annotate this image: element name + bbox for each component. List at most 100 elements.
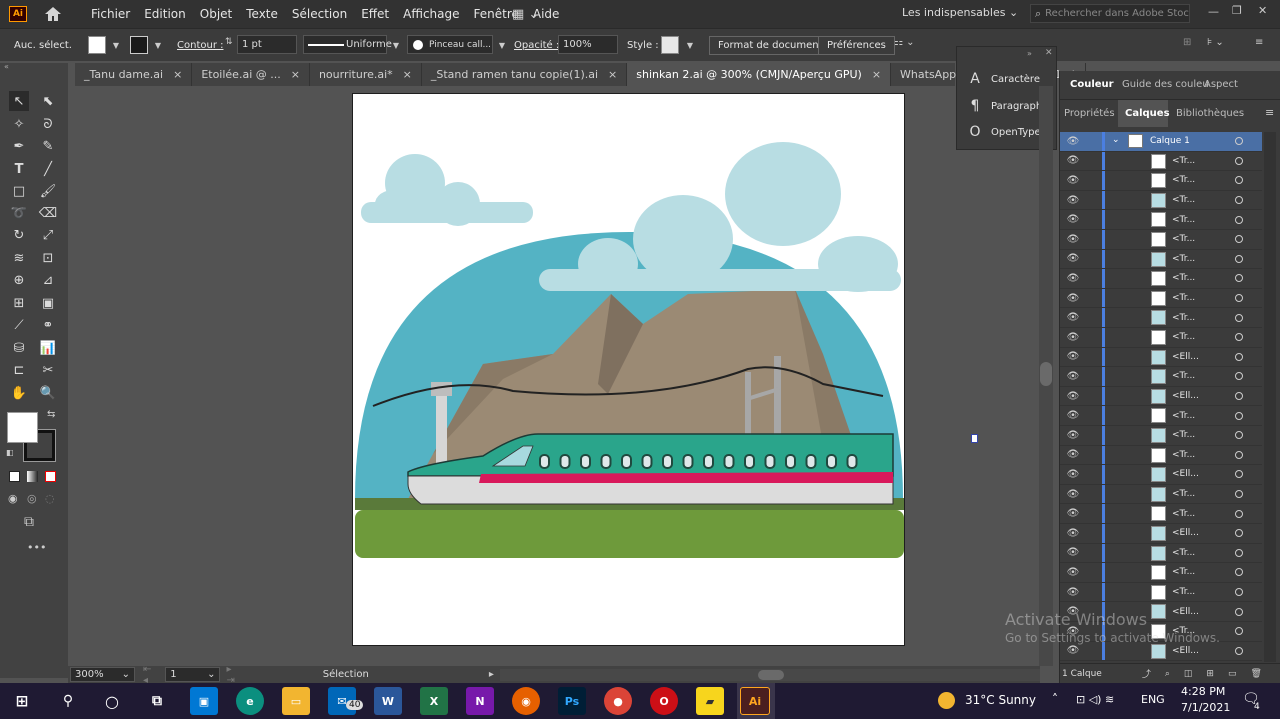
close-icon[interactable]: × bbox=[608, 68, 617, 81]
draw-behind-icon[interactable]: ◎ bbox=[27, 492, 37, 505]
visibility-eye-icon[interactable]: 👁 bbox=[1064, 155, 1082, 166]
home-icon[interactable] bbox=[43, 5, 63, 23]
target-circle-icon[interactable] bbox=[1235, 294, 1243, 303]
task-view-icon[interactable]: ⧉ bbox=[143, 687, 171, 715]
layer-row[interactable]: 👁 <Ell... bbox=[1060, 524, 1262, 544]
target-circle-icon[interactable] bbox=[1235, 470, 1243, 479]
visibility-eye-icon[interactable]: 👁 bbox=[1064, 508, 1082, 519]
layer-row[interactable]: 👁 <Tr... bbox=[1060, 171, 1262, 191]
opacity-field[interactable]: 100% bbox=[558, 35, 618, 54]
menu-affichage[interactable]: Affichage bbox=[403, 7, 459, 21]
layer-row[interactable]: 👁 <Ell... bbox=[1060, 465, 1262, 485]
stepper-icon[interactable]: ⇅ bbox=[225, 37, 233, 47]
transform-icon[interactable]: ⊞ bbox=[1183, 37, 1191, 48]
visibility-eye-icon[interactable]: 👁 bbox=[1064, 234, 1082, 245]
visibility-eye-icon[interactable]: 👁 bbox=[1064, 645, 1082, 656]
default-colors-icon[interactable]: ◧ bbox=[6, 448, 14, 457]
shape-builder-tool-icon[interactable]: ⊕ bbox=[9, 270, 29, 290]
target-circle-icon[interactable] bbox=[1235, 254, 1243, 263]
close-icon[interactable]: × bbox=[403, 68, 412, 81]
visibility-eye-icon[interactable]: 👁 bbox=[1064, 371, 1082, 382]
visibility-eye-icon[interactable]: 👁 bbox=[1064, 489, 1082, 500]
gradient-tool-icon[interactable]: ▣ bbox=[38, 293, 58, 313]
fill-swatch[interactable] bbox=[88, 36, 106, 54]
tab-stand-ramen[interactable]: _Stand ramen tanu copie(1).ai × bbox=[422, 63, 628, 86]
layer-row[interactable]: 👁 <Tr... bbox=[1060, 328, 1262, 348]
rectangle-tool-icon[interactable]: □ bbox=[9, 181, 29, 201]
visibility-eye-icon[interactable]: 👁 bbox=[1064, 312, 1082, 323]
windows-start-icon[interactable]: ⊞ bbox=[8, 687, 36, 715]
tab-couleur[interactable]: Couleur bbox=[1070, 79, 1114, 90]
warp-tool-icon[interactable]: ≋ bbox=[9, 248, 29, 268]
target-circle-icon[interactable] bbox=[1235, 529, 1243, 538]
lasso-tool-icon[interactable]: ᘐ bbox=[38, 114, 58, 134]
target-circle-icon[interactable] bbox=[1235, 411, 1243, 420]
clipping-mask-icon[interactable]: ◫ bbox=[1184, 669, 1193, 679]
column-graph-tool-icon[interactable]: 📊 bbox=[38, 338, 58, 358]
menu-fichier[interactable]: Fichier bbox=[91, 7, 130, 21]
clock-time[interactable]: 4:28 PM bbox=[1181, 685, 1225, 698]
align-icon[interactable]: ⊧ ⌄ bbox=[1207, 37, 1224, 48]
tab-bibliotheques[interactable]: Bibliothèques bbox=[1176, 108, 1244, 119]
target-circle-icon[interactable] bbox=[1235, 274, 1243, 283]
pen-tool-icon[interactable]: ✒ bbox=[9, 136, 29, 156]
chevron-down-icon[interactable]: ⌄ bbox=[1112, 135, 1120, 145]
firefox-icon[interactable]: ◉ bbox=[512, 687, 540, 715]
canvas-vertical-scrollbar[interactable] bbox=[1039, 86, 1053, 666]
visibility-eye-icon[interactable]: 👁 bbox=[1064, 587, 1082, 598]
photoshop-icon[interactable]: Ps bbox=[558, 687, 586, 715]
edge-icon[interactable]: e bbox=[236, 687, 264, 715]
layer-calque-1[interactable]: 👁 ⌄ Calque 1 bbox=[1060, 132, 1262, 152]
hand-tool-icon[interactable]: ✋ bbox=[9, 383, 29, 403]
menu-effet[interactable]: Effet bbox=[361, 7, 389, 21]
collapse-icon[interactable]: « bbox=[4, 62, 9, 71]
preferences-button[interactable]: Préférences bbox=[818, 36, 895, 55]
layer-row[interactable]: 👁 <Tr... bbox=[1060, 269, 1262, 289]
target-circle-icon[interactable] bbox=[1235, 333, 1243, 342]
close-icon[interactable]: × bbox=[173, 68, 182, 81]
menu-objet[interactable]: Objet bbox=[200, 7, 232, 21]
visibility-eye-icon[interactable]: 👁 bbox=[1064, 449, 1082, 460]
new-layer-icon[interactable]: ▭ bbox=[1228, 669, 1237, 679]
tray-icons[interactable]: ⊡ ◁) ≋ bbox=[1076, 693, 1114, 706]
stock-search[interactable]: ⌕ Rechercher dans Adobe Stock bbox=[1030, 4, 1190, 23]
weather-text[interactable]: 31°C Sunny bbox=[965, 693, 1036, 707]
visibility-eye-icon[interactable]: 👁 bbox=[1064, 351, 1082, 362]
artboard[interactable] bbox=[352, 93, 905, 646]
target-circle-icon[interactable] bbox=[1235, 450, 1243, 459]
target-circle-icon[interactable] bbox=[1235, 548, 1243, 557]
draw-inside-icon[interactable]: ◌ bbox=[45, 492, 55, 505]
zoom-tool-icon[interactable]: 🔍 bbox=[38, 383, 58, 403]
arrange-icon[interactable]: ⚏ ⌄ bbox=[894, 37, 915, 48]
curvature-tool-icon[interactable]: ✎ bbox=[38, 136, 58, 156]
visibility-eye-icon[interactable]: 👁 bbox=[1064, 175, 1082, 186]
target-circle-icon[interactable] bbox=[1235, 431, 1243, 440]
layer-row[interactable]: 👁 <Ell... bbox=[1060, 386, 1262, 407]
tab-proprietes[interactable]: Propriétés bbox=[1064, 108, 1115, 119]
cortana-icon[interactable]: ○ bbox=[98, 687, 126, 715]
tab-calques[interactable]: Calques bbox=[1125, 108, 1170, 119]
chrome-icon[interactable]: ● bbox=[604, 687, 632, 715]
store-icon[interactable]: ▣ bbox=[190, 687, 218, 715]
target-circle-icon[interactable] bbox=[1235, 352, 1243, 361]
target-circle-icon[interactable] bbox=[1235, 588, 1243, 597]
chevron-down-icon[interactable]: ▼ bbox=[152, 39, 164, 51]
menu-selection[interactable]: Sélection bbox=[292, 7, 347, 21]
perspective-grid-tool-icon[interactable]: ⊿ bbox=[38, 270, 58, 290]
visibility-eye-icon[interactable]: 👁 bbox=[1064, 469, 1082, 480]
draw-normal-icon[interactable]: ◉ bbox=[8, 492, 18, 505]
opacity-label[interactable]: Opacité : bbox=[514, 40, 559, 51]
layer-row[interactable]: 👁 <Tr... bbox=[1060, 249, 1262, 270]
layer-row[interactable]: 👁 <Tr... bbox=[1060, 563, 1262, 583]
target-circle-icon[interactable] bbox=[1235, 568, 1243, 577]
panel-menu-icon[interactable]: ≡ bbox=[1255, 37, 1263, 48]
direct-selection-tool-icon[interactable]: ⬉ bbox=[38, 91, 58, 111]
visibility-eye-icon[interactable]: 👁 bbox=[1064, 293, 1082, 304]
target-circle-icon[interactable] bbox=[1235, 176, 1243, 185]
visibility-eye-icon[interactable]: 👁 bbox=[1064, 391, 1082, 402]
tray-chevron-icon[interactable]: ˄ bbox=[1052, 692, 1058, 706]
swap-colors-icon[interactable]: ⇆ bbox=[47, 409, 55, 420]
scroll-thumb[interactable] bbox=[757, 669, 784, 680]
zoom-field[interactable]: 300% ⌄ bbox=[70, 667, 135, 682]
stroke-profile[interactable]: Uniforme bbox=[303, 35, 392, 54]
